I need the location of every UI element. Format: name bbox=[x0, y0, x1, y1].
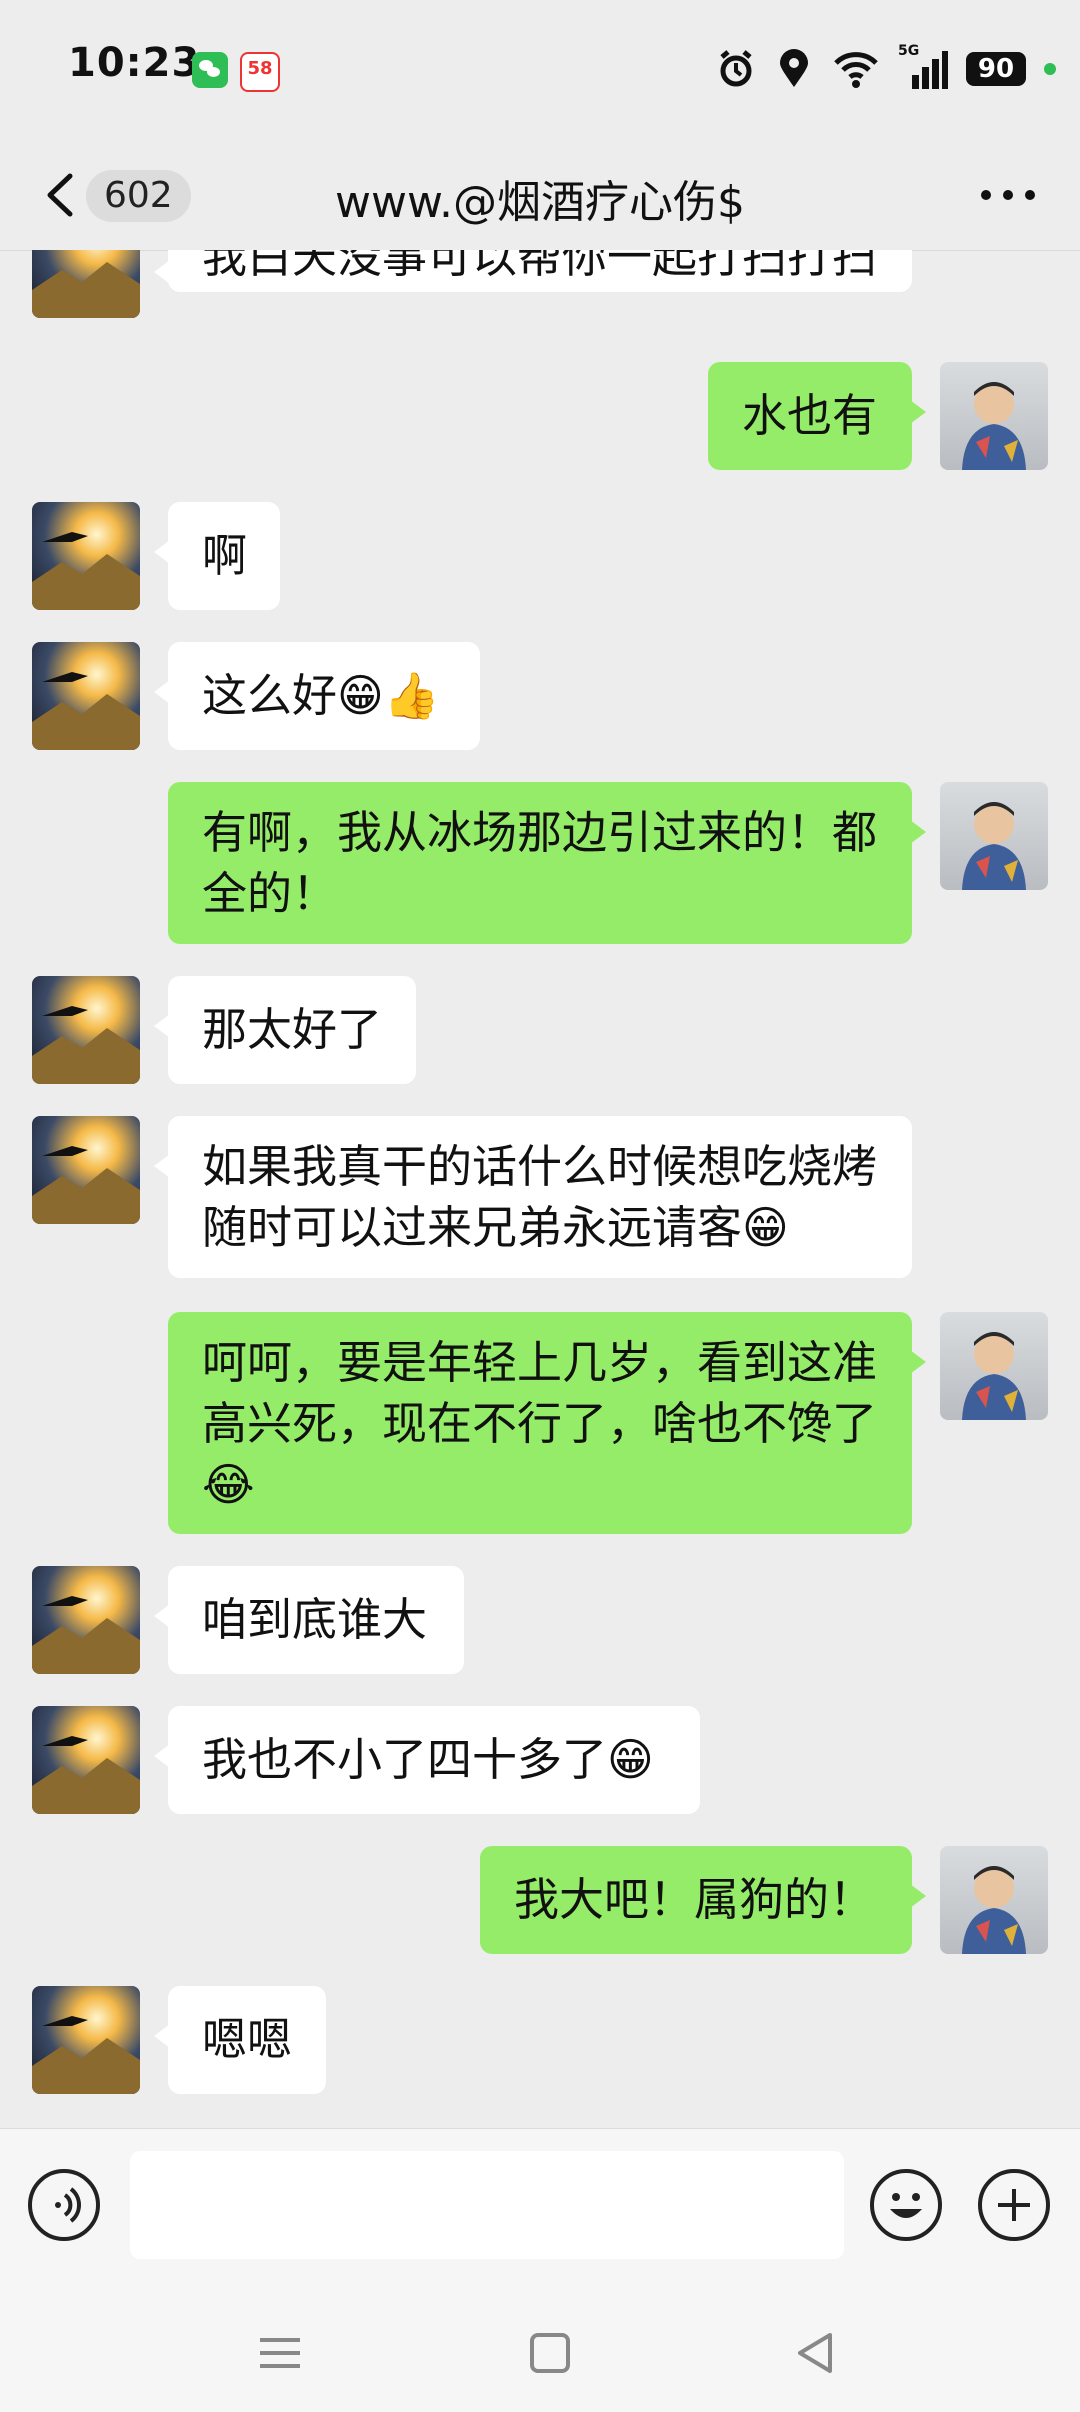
more-dots-icon bbox=[981, 190, 1035, 200]
status-icons: 5G 90 bbox=[716, 43, 1056, 94]
message-bubble-incoming[interactable]: 我也不小了四十多了😁 bbox=[154, 1706, 700, 1814]
message-bubble-outgoing[interactable]: 水也有 bbox=[708, 362, 926, 470]
chat-title: www.@烟酒疗心伤$ bbox=[335, 177, 745, 228]
contact-avatar[interactable] bbox=[32, 1706, 140, 1814]
location-icon bbox=[774, 49, 814, 89]
chat-header: 602 www.@烟酒疗心伤$ bbox=[0, 140, 1080, 251]
message-bubble-incoming[interactable]: 如果我真干的话什么时候想吃烧烤随时可以过来兄弟永远请客😁 bbox=[154, 1116, 912, 1278]
message-bubble-incoming[interactable]: 嗯嗯 bbox=[154, 1986, 326, 2094]
contact-avatar[interactable] bbox=[32, 1116, 140, 1224]
message-bubble-incoming[interactable]: 那太好了 bbox=[154, 976, 416, 1084]
home-square-icon bbox=[530, 2333, 570, 2373]
contact-avatar[interactable] bbox=[32, 976, 140, 1084]
contact-avatar[interactable] bbox=[32, 642, 140, 750]
system-navigation-bar bbox=[0, 2288, 1080, 2412]
wechat-notification-icon bbox=[192, 52, 228, 88]
contact-avatar[interactable] bbox=[32, 1986, 140, 2094]
voice-icon bbox=[55, 2187, 81, 2223]
system-back-button[interactable] bbox=[786, 2328, 846, 2378]
privacy-indicator-icon bbox=[1044, 63, 1056, 75]
recent-apps-button[interactable] bbox=[250, 2328, 310, 2378]
message-bubble-outgoing[interactable]: 呵呵，要是年轻上几岁，看到这准高兴死，现在不行了，啥也不馋了😂 bbox=[168, 1312, 926, 1534]
app58-notification-icon: 58 bbox=[240, 52, 280, 92]
more-functions-button[interactable] bbox=[978, 2169, 1050, 2241]
message-bubble-outgoing[interactable]: 有啊，我从冰场那边引过来的！都全的！ bbox=[168, 782, 926, 944]
emoji-button[interactable] bbox=[870, 2169, 942, 2241]
alarm-icon bbox=[716, 49, 756, 89]
more-options-button[interactable] bbox=[976, 180, 1040, 210]
wifi-icon bbox=[832, 49, 880, 89]
signal-icon: 5G bbox=[898, 43, 948, 89]
my-avatar[interactable] bbox=[940, 1846, 1048, 1954]
contact-avatar[interactable] bbox=[32, 250, 140, 318]
my-avatar[interactable] bbox=[940, 362, 1048, 470]
message-bubble-incoming[interactable]: 啊 bbox=[154, 502, 280, 610]
message-bubble-outgoing[interactable]: 我大吧！属狗的！ bbox=[480, 1846, 926, 1954]
message-bubble-incoming[interactable]: 咱到底谁大 bbox=[154, 1566, 464, 1674]
message-bubble-incoming[interactable]: 这么好😁👍 bbox=[154, 642, 480, 750]
voice-button[interactable] bbox=[28, 2169, 100, 2241]
plus-icon bbox=[998, 2189, 1030, 2221]
menu-icon bbox=[260, 2338, 300, 2368]
status-time: 10:23 bbox=[68, 40, 201, 86]
contact-avatar[interactable] bbox=[32, 502, 140, 610]
my-avatar[interactable] bbox=[940, 1312, 1048, 1420]
message-bubble-incoming[interactable]: 我白天没事可以帮你一起打扫打扫 bbox=[154, 250, 912, 292]
emoji-icon bbox=[890, 2193, 922, 2218]
home-button[interactable] bbox=[520, 2328, 580, 2378]
contact-avatar[interactable] bbox=[32, 1566, 140, 1674]
input-bar bbox=[0, 2128, 1080, 2289]
back-triangle-icon bbox=[798, 2333, 832, 2373]
battery-level: 90 bbox=[966, 52, 1026, 86]
message-input[interactable] bbox=[130, 2151, 844, 2259]
status-bar: 10:23 58 5G 90 bbox=[0, 0, 1080, 140]
my-avatar[interactable] bbox=[940, 782, 1048, 890]
message-list[interactable]: 我白天没事可以帮你一起打扫打扫 水也有 啊 这么好😁👍 有啊，我从冰场那边引过来… bbox=[0, 250, 1080, 2128]
